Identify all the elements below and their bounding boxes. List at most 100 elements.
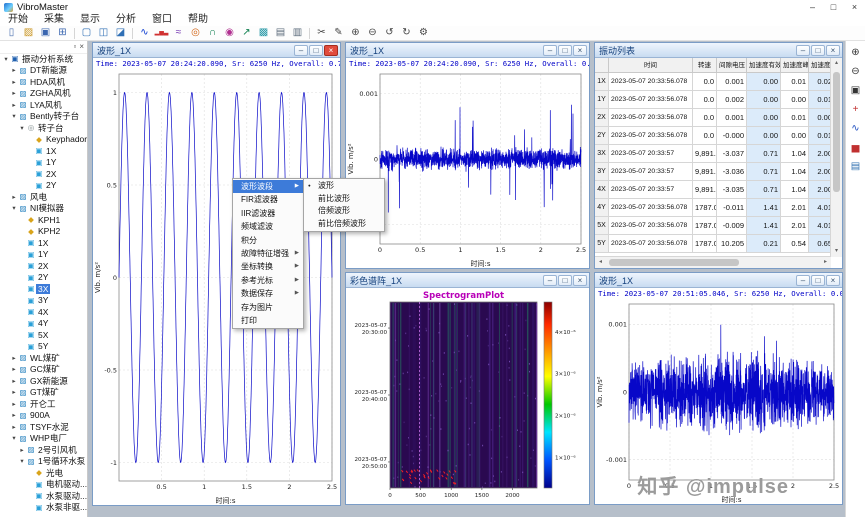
panel-maximize-button[interactable]: □	[309, 44, 323, 56]
tree-caret-icon[interactable]: ▾	[2, 55, 10, 63]
panel-titlebar[interactable]: 彩色谱阵_1X – □ ×	[346, 273, 589, 288]
undo-icon[interactable]: ↺	[381, 26, 398, 40]
tree-item-水泵非驱...[interactable]: ▣ 水泵非驱...	[0, 502, 87, 514]
column-header-加速度峰峰值[interactable]: 加速度峰峰值	[809, 58, 831, 73]
table-cell[interactable]: -3.036	[717, 163, 747, 181]
context-item-打印[interactable]: 打印	[233, 314, 303, 327]
table-cell[interactable]: 0.001	[717, 109, 747, 127]
zoom-box-tool-icon[interactable]: ▣	[848, 82, 864, 98]
tree-caret-icon[interactable]: ▸	[10, 89, 18, 97]
table-cell[interactable]: 2.00	[809, 181, 831, 199]
tree-caret-icon[interactable]: ▸	[10, 423, 18, 431]
panel-maximize-button[interactable]: □	[558, 274, 572, 286]
table-cell[interactable]: 2023-05-07 20:33:56.078	[609, 199, 693, 217]
orbit-icon[interactable]: ◎	[187, 26, 204, 40]
column-header-加速度峰值[interactable]: 加速度峰值	[781, 58, 809, 73]
table-cell[interactable]: 0.01	[809, 91, 831, 109]
waterfall-icon[interactable]: ≈	[170, 26, 187, 40]
table-cell[interactable]: 0.71	[747, 181, 781, 199]
table-cell[interactable]: 2023-05-07 20:33:57	[609, 163, 693, 181]
scroll-up-arrow-icon[interactable]: ▴	[831, 58, 842, 69]
context-item-存为图片[interactable]: 存为图片	[233, 301, 303, 314]
table-cell[interactable]: 2023-05-07 20:33:56.078	[609, 127, 693, 145]
table-row-2X[interactable]: 2X 2023-05-07 20:33:56.078 0.0 0.001 0.00 0.0…	[595, 109, 831, 127]
redo-icon[interactable]: ↻	[398, 26, 415, 40]
submenu-item-前比波形[interactable]: 前比波形	[304, 193, 384, 206]
context-item-波形波段[interactable]: 波形波段 ▶	[233, 180, 303, 194]
polar-icon[interactable]: ◉	[221, 26, 238, 40]
tree-item-KPH1[interactable]: ◆ KPH1	[0, 214, 87, 226]
tree-caret-icon[interactable]: ▸	[10, 78, 18, 86]
scroll-right-arrow-icon[interactable]: ▸	[820, 257, 831, 268]
context-item-IIR滤波器[interactable]: IIR滤波器	[233, 207, 303, 220]
tree-item-2号引风机[interactable]: ▸ ▨ 2号引风机	[0, 444, 87, 456]
table-cell[interactable]: 2023-05-07 20:33:56.078	[609, 91, 693, 109]
panel-maximize-button[interactable]: □	[811, 44, 825, 56]
panel-close-button[interactable]: ×	[826, 274, 840, 286]
menu-item-采集[interactable]: 采集	[36, 14, 72, 26]
tree-item-电机驱动...[interactable]: ▣ 电机驱动...	[0, 479, 87, 491]
vscroll-thumb[interactable]	[833, 72, 840, 192]
table-cell[interactable]: 0.002	[717, 91, 747, 109]
table-cell[interactable]: 5X	[595, 217, 609, 235]
table-cell[interactable]: 9,891.0	[693, 145, 717, 163]
settings-icon[interactable]: ⚙	[415, 26, 432, 40]
panel-maximize-button[interactable]: □	[558, 44, 572, 56]
tree-caret-icon[interactable]: ▸	[10, 101, 18, 109]
tree-item-开仑工[interactable]: ▸ ▨ 开仑工	[0, 398, 87, 410]
table-cell[interactable]: 2023-05-07 20:33:56.078	[609, 217, 693, 235]
table-cell[interactable]: 1.41	[747, 199, 781, 217]
tree-item-Keyphador[interactable]: ◆ Keyphador	[0, 134, 87, 146]
cascade-icon[interactable]: ◪	[112, 26, 129, 40]
tree-caret-icon[interactable]: ▾	[18, 457, 26, 465]
tree-item-NI模拟器[interactable]: ▾ ▨ NI模拟器	[0, 203, 87, 215]
tree-item-1Y[interactable]: ▣ 1Y	[0, 157, 87, 169]
table-cell[interactable]: 0.21	[747, 235, 781, 253]
panel-minimize-button[interactable]: –	[796, 274, 810, 286]
tree-item-4Y[interactable]: ▣ 4Y	[0, 318, 87, 330]
table-cell[interactable]: 2023-05-07 20:33:56.078	[609, 73, 693, 91]
tree-item-1Y[interactable]: ▣ 1Y	[0, 249, 87, 261]
table-row-1X[interactable]: 1X 2023-05-07 20:33:56.078 0.0 0.001 0.00 0.0…	[595, 73, 831, 91]
menu-item-帮助[interactable]: 帮助	[180, 14, 216, 26]
tree-caret-icon[interactable]: ▸	[10, 193, 18, 201]
table-cell[interactable]: 4Y	[595, 199, 609, 217]
column-header-时间[interactable]: 时间	[609, 58, 693, 73]
table-cell[interactable]: 9,891.0	[693, 181, 717, 199]
table-cell[interactable]: 0.0	[693, 73, 717, 91]
tree-item-KPH2[interactable]: ◆ KPH2	[0, 226, 87, 238]
table-cell[interactable]: 2.01	[781, 217, 809, 235]
spectrum-icon[interactable]: ▂▅▃	[153, 26, 170, 40]
tree-item-WHP电厂[interactable]: ▾ ▨ WHP电厂	[0, 433, 87, 445]
spectrum-tool-icon[interactable]: ▅	[848, 139, 864, 155]
context-item-积分[interactable]: 积分	[233, 234, 303, 247]
table-row-3X[interactable]: 3X2023-05-07 20:33:579,891.0-3.0370.711.…	[595, 145, 831, 163]
table-cell[interactable]: -0.011	[717, 199, 747, 217]
tree-item-HDA风机[interactable]: ▸ ▨ HDA风机	[0, 76, 87, 88]
table-cell[interactable]: 0.01	[809, 127, 831, 145]
scroll-down-arrow-icon[interactable]: ▾	[831, 246, 842, 257]
menu-item-显示[interactable]: 显示	[72, 14, 108, 26]
tree-item-900A[interactable]: ▸ ▨ 900A	[0, 410, 87, 422]
save-all-icon[interactable]: ⊞	[54, 26, 71, 40]
table-cell[interactable]: 0.00	[747, 127, 781, 145]
edit-icon[interactable]: ✎	[330, 26, 347, 40]
context-item-频域滤波[interactable]: 频域滤波	[233, 220, 303, 233]
table-cell[interactable]: 4.01	[809, 199, 831, 217]
table-cell[interactable]: 2.01	[781, 199, 809, 217]
tree-item-转子台[interactable]: ▾ ◎ 转子台	[0, 122, 87, 134]
tree-item-5X[interactable]: ▣ 5X	[0, 329, 87, 341]
table-cell[interactable]: 1.04	[781, 163, 809, 181]
submenu-item-倍频波形[interactable]: 倍频波形	[304, 205, 384, 218]
window-maximize-button[interactable]: □	[823, 0, 844, 14]
tree-item-水泵驱动...[interactable]: ▣ 水泵驱动...	[0, 490, 87, 502]
submenu-item-前比倍频波形[interactable]: 前比倍频波形	[304, 218, 384, 231]
spectrogram-icon[interactable]: ▩	[255, 26, 272, 40]
table-cell[interactable]: 3Y	[595, 163, 609, 181]
table-cell[interactable]: 0.00	[781, 127, 809, 145]
table-cell[interactable]: 4.01	[809, 217, 831, 235]
table-cell[interactable]: 2023-05-07 20:33:57	[609, 145, 693, 163]
tree-caret-icon[interactable]: ▸	[10, 388, 18, 396]
tree-caret-icon[interactable]: ▸	[10, 411, 18, 419]
tree-item-2Y[interactable]: ▣ 2Y	[0, 272, 87, 284]
